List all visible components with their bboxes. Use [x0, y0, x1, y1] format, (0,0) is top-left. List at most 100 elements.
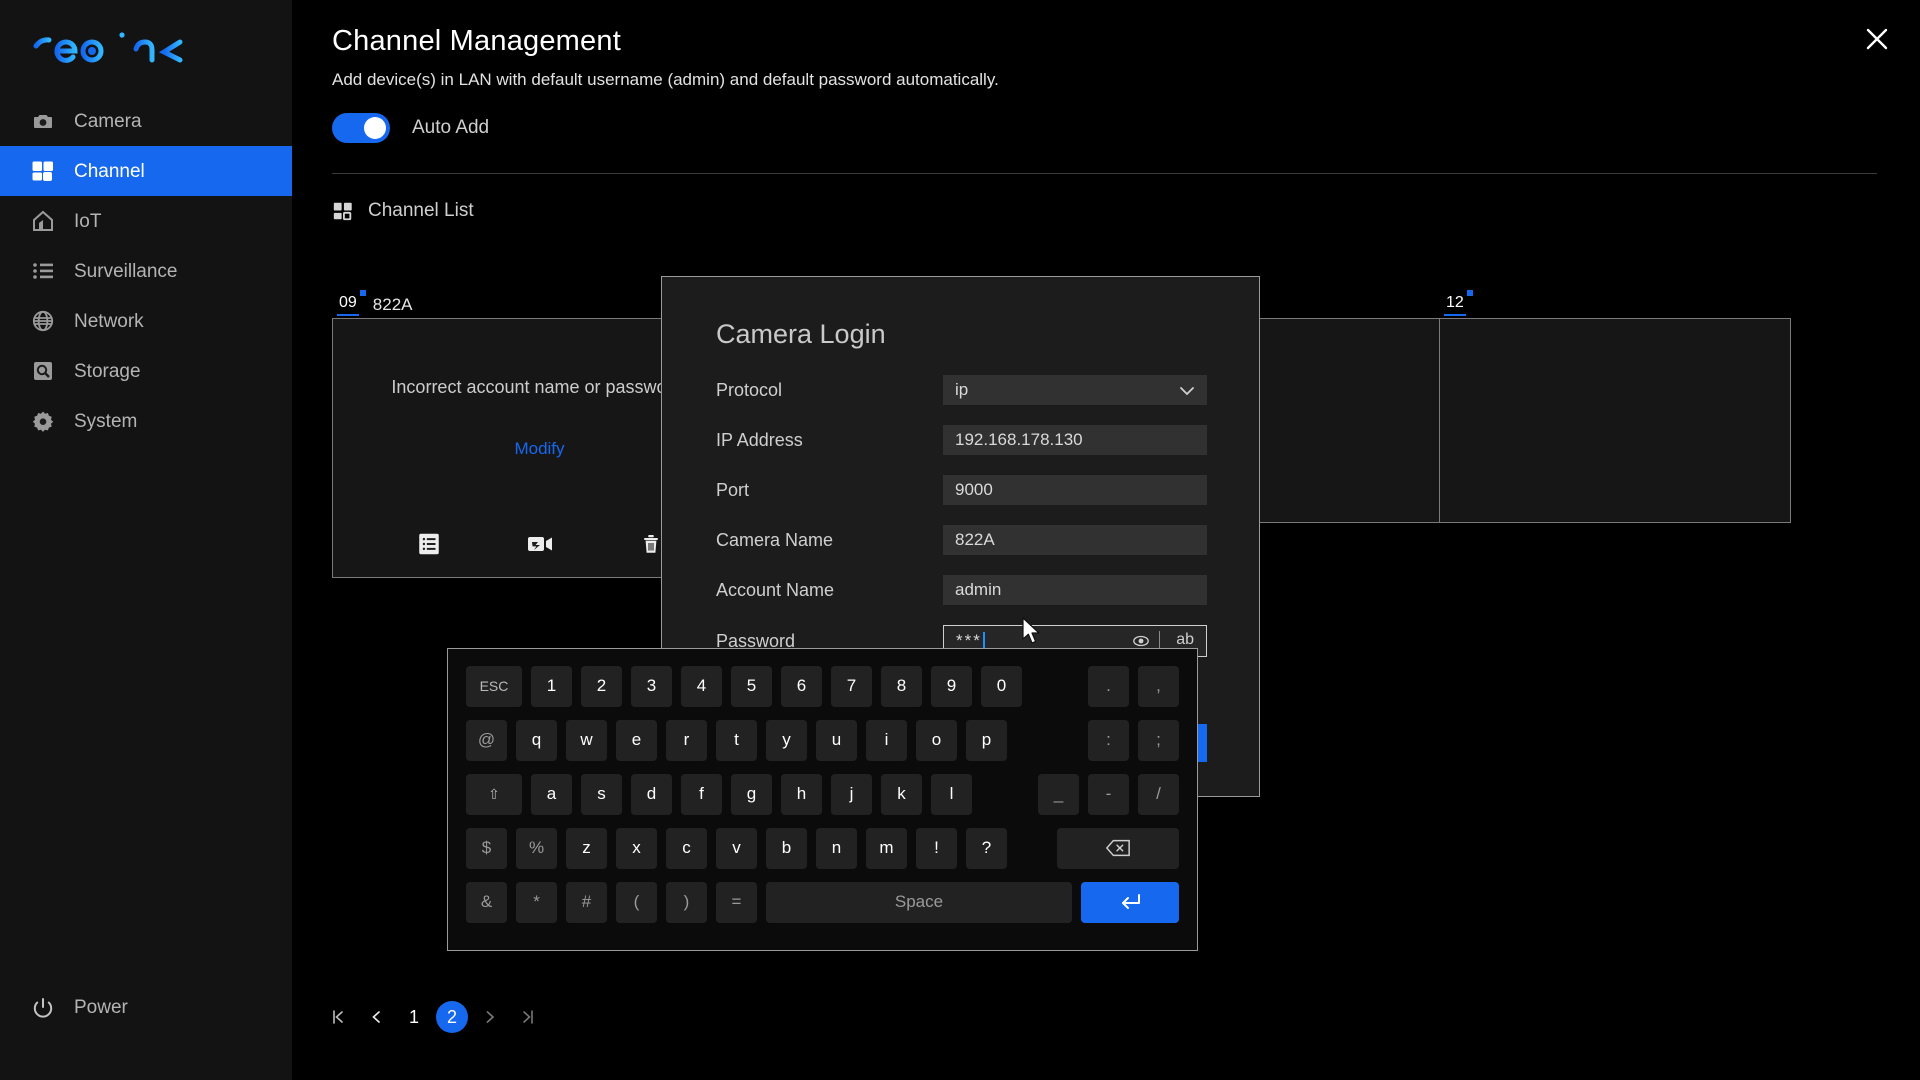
key-at[interactable]: @: [466, 719, 507, 761]
page-button-1[interactable]: 1: [398, 1001, 430, 1033]
key-k[interactable]: k: [881, 773, 922, 815]
key-colon[interactable]: :: [1088, 719, 1129, 761]
power-label: Power: [74, 997, 128, 1018]
dialog-title: Camera Login: [716, 319, 886, 349]
key-x[interactable]: x: [616, 827, 657, 869]
key-semicolon[interactable]: ;: [1138, 719, 1179, 761]
protocol-select[interactable]: ip: [943, 375, 1207, 405]
key-question[interactable]: ?: [966, 827, 1007, 869]
sidebar-item-network[interactable]: Network: [0, 296, 292, 346]
key-e[interactable]: e: [616, 719, 657, 761]
account-name-input[interactable]: admin: [943, 575, 1207, 605]
key-n[interactable]: n: [816, 827, 857, 869]
key-dollar[interactable]: $: [466, 827, 507, 869]
key-hash[interactable]: #: [566, 881, 607, 923]
input-mode-label[interactable]: ab: [1176, 631, 1194, 649]
channel-card-body: [1439, 318, 1791, 523]
key-o[interactable]: o: [916, 719, 957, 761]
key-6[interactable]: 6: [781, 665, 822, 707]
key-s[interactable]: s: [581, 773, 622, 815]
key-5[interactable]: 5: [731, 665, 772, 707]
camera-name-value: 822A: [955, 530, 995, 549]
key-slash[interactable]: /: [1138, 773, 1179, 815]
prev-page-icon[interactable]: [360, 1001, 392, 1033]
key-w[interactable]: w: [566, 719, 607, 761]
close-icon[interactable]: [1858, 20, 1896, 58]
key-exclamation[interactable]: !: [916, 827, 957, 869]
last-page-icon[interactable]: [512, 1001, 544, 1033]
key-3[interactable]: 3: [631, 665, 672, 707]
sidebar-item-label: Camera: [74, 110, 142, 132]
chevron-down-icon: [1179, 383, 1195, 403]
key-u[interactable]: u: [816, 719, 857, 761]
port-input[interactable]: 9000: [943, 475, 1207, 505]
switch-camera-icon[interactable]: [525, 529, 555, 559]
sidebar-item-camera[interactable]: Camera: [0, 96, 292, 146]
key-comma[interactable]: ,: [1138, 665, 1179, 707]
key-underscore[interactable]: _: [1038, 773, 1079, 815]
first-page-icon[interactable]: [322, 1001, 354, 1033]
key-f[interactable]: f: [681, 773, 722, 815]
keyboard-row: ESC 1 2 3 4 5 6 7 8 9 0 . ,: [466, 663, 1179, 709]
key-2[interactable]: 2: [581, 665, 622, 707]
auto-add-toggle[interactable]: [332, 113, 390, 143]
sidebar-item-storage[interactable]: Storage: [0, 346, 292, 396]
key-asterisk[interactable]: *: [516, 881, 557, 923]
hard-drive-icon: [30, 358, 56, 384]
key-v[interactable]: v: [716, 827, 757, 869]
key-paren-open[interactable]: (: [616, 881, 657, 923]
sidebar-item-system[interactable]: System: [0, 396, 292, 446]
key-9[interactable]: 9: [931, 665, 972, 707]
key-percent[interactable]: %: [516, 827, 557, 869]
key-period[interactable]: .: [1088, 665, 1129, 707]
key-h[interactable]: h: [781, 773, 822, 815]
key-d[interactable]: d: [631, 773, 672, 815]
key-z[interactable]: z: [566, 827, 607, 869]
next-page-icon[interactable]: [474, 1001, 506, 1033]
channel-card[interactable]: 12: [1439, 288, 1791, 578]
key-m[interactable]: m: [866, 827, 907, 869]
key-ampersand[interactable]: &: [466, 881, 507, 923]
enter-icon[interactable]: [1081, 881, 1179, 923]
key-0[interactable]: 0: [981, 665, 1022, 707]
key-j[interactable]: j: [831, 773, 872, 815]
page-button-2[interactable]: 2: [436, 1001, 468, 1033]
key-1[interactable]: 1: [531, 665, 572, 707]
protocol-value: ip: [955, 380, 969, 399]
power-button[interactable]: Power: [0, 988, 128, 1028]
key-p[interactable]: p: [966, 719, 1007, 761]
key-a[interactable]: a: [531, 773, 572, 815]
ip-address-input[interactable]: 192.168.178.130: [943, 425, 1207, 455]
sidebar-item-iot[interactable]: IoT: [0, 196, 292, 246]
key-paren-close[interactable]: ): [666, 881, 707, 923]
key-g[interactable]: g: [731, 773, 772, 815]
key-r[interactable]: r: [666, 719, 707, 761]
key-y[interactable]: y: [766, 719, 807, 761]
key-hyphen[interactable]: -: [1088, 773, 1129, 815]
key-l[interactable]: l: [931, 773, 972, 815]
key-space[interactable]: Space: [766, 881, 1072, 923]
keyboard-row: & * # ( ) = Space: [466, 879, 1179, 925]
sidebar-item-channel[interactable]: Channel: [0, 146, 292, 196]
key-8[interactable]: 8: [881, 665, 922, 707]
sidebar-item-surveillance[interactable]: Surveillance: [0, 246, 292, 296]
key-7[interactable]: 7: [831, 665, 872, 707]
details-icon[interactable]: [414, 529, 444, 559]
form-row-account-name: Account Name admin: [716, 575, 1207, 605]
sidebar-item-label: System: [74, 410, 138, 432]
key-i[interactable]: i: [866, 719, 907, 761]
key-equals[interactable]: =: [716, 881, 757, 923]
key-4[interactable]: 4: [681, 665, 722, 707]
camera-name-input[interactable]: 822A: [943, 525, 1207, 555]
key-t[interactable]: t: [716, 719, 757, 761]
key-q[interactable]: q: [516, 719, 557, 761]
backspace-icon[interactable]: [1057, 827, 1179, 869]
key-esc[interactable]: ESC: [466, 665, 522, 707]
toggle-knob: [364, 117, 386, 139]
channel-card-header: 12: [1444, 288, 1473, 316]
field-label: Port: [716, 479, 750, 500]
key-b[interactable]: b: [766, 827, 807, 869]
globe-icon: [30, 308, 56, 334]
key-shift[interactable]: ⇧: [466, 773, 522, 815]
key-c[interactable]: c: [666, 827, 707, 869]
